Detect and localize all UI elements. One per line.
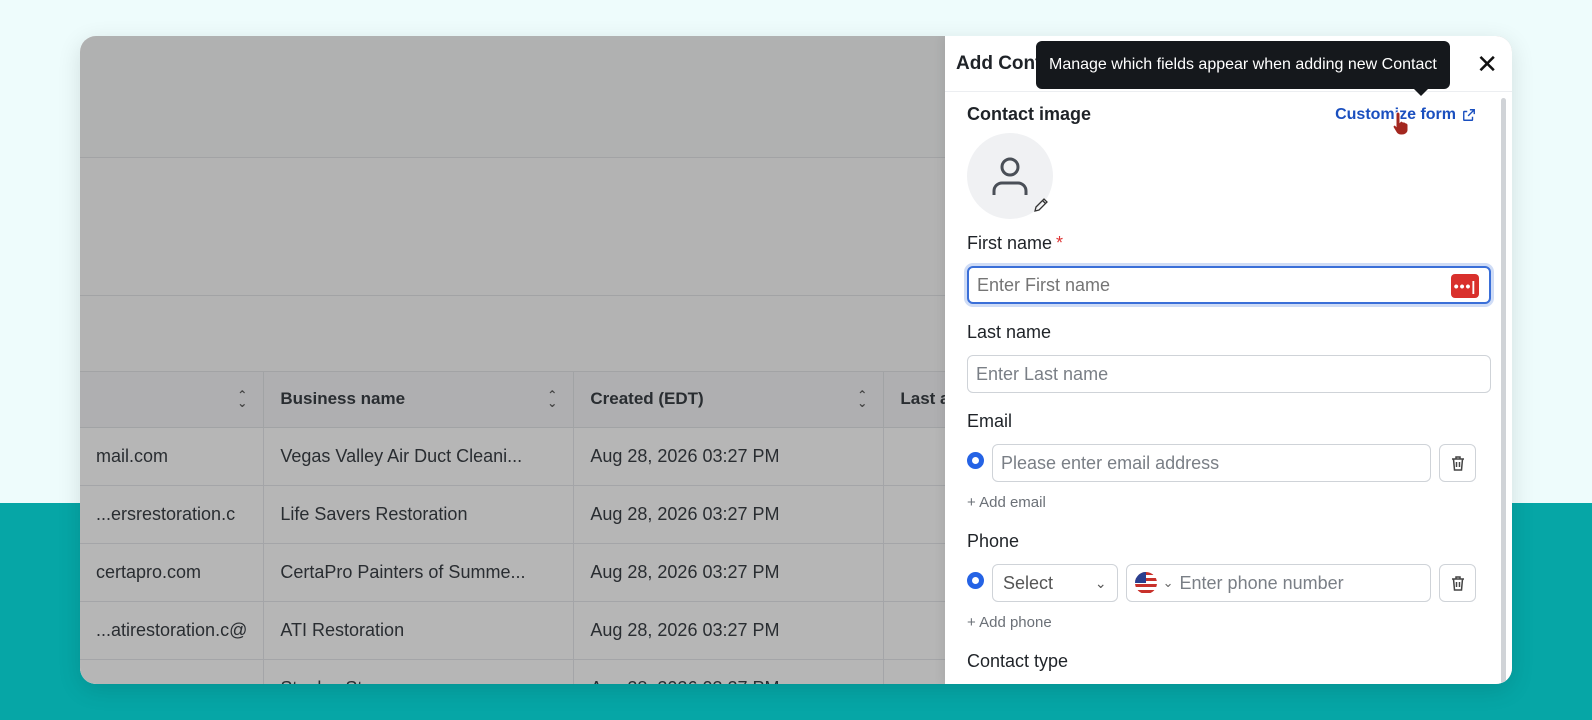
phone-type-select[interactable]: Select ⌄ bbox=[992, 564, 1118, 602]
first-name-label: First name * bbox=[967, 233, 1064, 253]
add-email-link[interactable]: + Add email bbox=[967, 494, 1476, 511]
external-link-icon bbox=[1463, 108, 1475, 121]
hand-cursor-icon bbox=[1392, 111, 1409, 136]
user-icon bbox=[992, 157, 1028, 195]
phone-input[interactable] bbox=[1179, 572, 1420, 594]
email-row bbox=[967, 444, 1476, 482]
password-manager-icon[interactable]: •••| bbox=[1451, 274, 1479, 298]
contact-image-label: Contact image bbox=[967, 104, 1092, 124]
add-contact-drawer: Add Cont ✕ Contact image Customize form bbox=[945, 36, 1512, 684]
first-name-input[interactable] bbox=[977, 274, 1417, 296]
contact-type-label: Contact type bbox=[967, 651, 1069, 671]
last-name-label: Last name bbox=[967, 322, 1052, 342]
phone-field[interactable]: ⌄ bbox=[1125, 564, 1432, 602]
customize-form-tooltip: Manage which fields appear when adding n… bbox=[1036, 41, 1450, 96]
add-phone-link[interactable]: + Add phone bbox=[967, 614, 1476, 631]
phone-type-value: Select bbox=[1003, 572, 1054, 593]
phone-label: Phone bbox=[967, 531, 1020, 551]
trash-icon bbox=[1451, 456, 1464, 471]
drawer-scrollbar[interactable] bbox=[1501, 98, 1506, 684]
email-label: Email bbox=[967, 411, 1013, 431]
drawer-title: Add Cont bbox=[956, 52, 1042, 74]
last-name-input[interactable] bbox=[967, 355, 1491, 393]
trash-icon bbox=[1451, 576, 1464, 591]
delete-phone-button[interactable] bbox=[1439, 564, 1477, 602]
email-input[interactable] bbox=[992, 444, 1432, 482]
contact-avatar-upload[interactable] bbox=[967, 133, 1053, 219]
delete-email-button[interactable] bbox=[1439, 444, 1476, 482]
primary-email-radio[interactable] bbox=[967, 451, 984, 469]
chevron-down-icon: ⌄ bbox=[1094, 574, 1107, 591]
country-chevron-icon[interactable]: ⌄ bbox=[1163, 575, 1174, 591]
pencil-icon[interactable] bbox=[1033, 197, 1049, 213]
first-name-field[interactable]: •••| bbox=[967, 266, 1491, 304]
drawer-body: Contact image Customize form First name … bbox=[945, 92, 1497, 684]
phone-row: Select ⌄ ⌄ bbox=[967, 564, 1477, 602]
close-icon[interactable]: ✕ bbox=[1476, 51, 1498, 77]
primary-phone-radio[interactable] bbox=[967, 571, 984, 589]
required-marker: * bbox=[1056, 233, 1064, 253]
app-window: ⌃ ⌄ Business name ⌃ ⌄ Created (EDT) ⌃ ⌄ Las… bbox=[80, 36, 1512, 684]
us-flag-icon[interactable] bbox=[1134, 572, 1157, 594]
